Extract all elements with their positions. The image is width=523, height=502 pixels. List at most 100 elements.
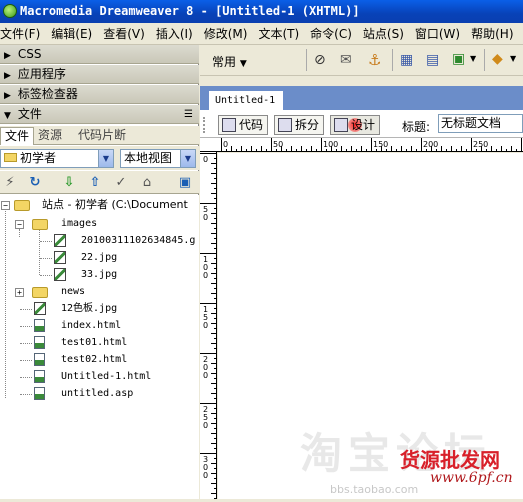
horizontal-ruler: 0 50 100 150 200 250 [200, 138, 523, 152]
check-out-icon[interactable]: ✓ [112, 174, 130, 191]
chevron-down-icon[interactable]: ▼ [180, 150, 195, 167]
code-view-label: 代码 [239, 118, 264, 132]
chevron-down-icon: ▼ [239, 59, 247, 69]
ruler-label: 0 [203, 371, 208, 380]
panel-app-label: 应用程序 [17, 67, 66, 81]
ruler-label: 50 [273, 140, 283, 149]
watermark-url: www.6pf.cn [430, 470, 513, 486]
insert-category[interactable]: 常用 ▼ [212, 53, 247, 70]
image-file-icon [54, 251, 66, 264]
image-file-icon [54, 234, 66, 247]
html-file-icon [34, 353, 45, 366]
collapse-icon[interactable]: − [1, 201, 10, 210]
named-anchor-icon[interactable]: ⚓ [368, 51, 381, 69]
hyperlink-icon[interactable]: ⊘ [314, 52, 326, 68]
menu-text[interactable]: 文本(T) [254, 23, 303, 44]
menu-bar: 文件(F) 编辑(E) 查看(V) 插入(I) 修改(M) 文本(T) 命令(C) 站点(S)… [0, 23, 523, 45]
vertical-ruler: 050100150200250300 [200, 152, 217, 499]
chevron-down-icon[interactable]: ▼ [98, 150, 113, 167]
expand-arrow-icon: ▶ [4, 91, 11, 101]
ruler-label: 0 [223, 140, 228, 149]
get-files-icon[interactable]: ⇩ [60, 174, 78, 191]
panel-application[interactable]: ▶ 应用程序 [0, 65, 199, 84]
window-title: Macromedia Dreamweaver 8 - [Untitled-1 (… [20, 4, 360, 18]
file-label: 12色板.jpg [61, 303, 118, 314]
refresh-icon[interactable]: ↻ [26, 174, 44, 191]
folder-label: news [61, 286, 86, 297]
check-in-icon[interactable]: ⌂ [138, 174, 156, 191]
file-tree: − 站点 - 初学者 (C:\Document − images 2010031… [0, 195, 199, 499]
ruler-label: 0 [203, 155, 208, 164]
panel-files[interactable]: ▼ 文件 ☰ [0, 105, 199, 124]
html-file-icon [34, 336, 45, 349]
menu-insert[interactable]: 插入(I) [152, 23, 197, 44]
split-view-icon [278, 118, 292, 132]
image-icon[interactable]: ▣ [452, 51, 465, 67]
asp-file-icon [34, 387, 45, 400]
ruler-label: 0 [203, 271, 208, 280]
dreamweaver-logo-icon [3, 4, 17, 18]
site-select[interactable]: 初学者 ▼ [0, 149, 114, 168]
menu-view[interactable]: 查看(V) [99, 23, 149, 44]
design-view-label: 设计 [351, 118, 376, 132]
site-folder-icon [14, 200, 30, 211]
design-view-button[interactable]: 设计 [330, 115, 381, 135]
menu-file[interactable]: 文件(F) [0, 23, 44, 44]
menu-modify[interactable]: 修改(M) [200, 23, 252, 44]
file-label: index.html [61, 320, 122, 331]
menu-site[interactable]: 站点(S) [359, 23, 408, 44]
divider [306, 49, 307, 71]
split-view-button[interactable]: 拆分 [274, 115, 325, 135]
ruler-label: 0 [203, 421, 208, 430]
collapse-arrow-icon: ▼ [4, 111, 11, 121]
document-title-input[interactable]: 无标题文档 [438, 114, 523, 133]
panel-options-icon[interactable]: ☰ [184, 105, 193, 124]
panel-css-label: CSS [17, 47, 42, 61]
view-select[interactable]: 本地视图 ▼ [120, 149, 196, 168]
code-view-button[interactable]: 代码 [218, 115, 269, 135]
panel-css[interactable]: ▶ CSS [0, 45, 199, 64]
media-icon[interactable]: ◆ [492, 51, 503, 67]
image-file-icon [34, 302, 46, 315]
div-icon[interactable]: ▤ [426, 52, 439, 68]
tab-snippets[interactable]: 代码片断 [74, 127, 130, 145]
menu-help[interactable]: 帮助(H) [467, 23, 517, 44]
horizontal-ruler-ticks: 0 50 100 150 200 250 [221, 138, 522, 152]
expand-panel-icon[interactable]: ▣ [176, 174, 194, 191]
chevron-down-icon[interactable]: ▼ [510, 54, 516, 63]
watermark-site: bbs.taobao.com [330, 483, 419, 496]
connect-icon[interactable]: ⚡ [1, 174, 19, 191]
panel-files-label: 文件 [17, 107, 42, 121]
divider [484, 49, 485, 71]
site-selector-row: 初学者 ▼ 本地视图 ▼ [0, 146, 199, 170]
expand-arrow-icon: ▶ [4, 71, 11, 81]
ruler-label: 150 [373, 140, 388, 149]
insert-bar: 常用 ▼ ⊘ ✉ ⚓ ▦ ▤ ▣ ▼ ◆ ▼ [200, 45, 523, 76]
title-bar: Macromedia Dreamweaver 8 - [Untitled-1 (… [0, 0, 523, 23]
ruler-label: 100 [323, 140, 338, 149]
toolbar-grip [203, 117, 206, 133]
folder-icon [32, 219, 48, 230]
expand-icon[interactable]: + [15, 288, 24, 297]
chevron-down-icon[interactable]: ▼ [470, 54, 476, 63]
menu-commands[interactable]: 命令(C) [306, 23, 356, 44]
file-label: Untitled-1.html [61, 371, 152, 382]
menu-edit[interactable]: 编辑(E) [47, 23, 96, 44]
file-label: test02.html [61, 354, 128, 365]
vertical-ruler-ticks: 050100150200250300 [200, 153, 217, 499]
view-select-value: 本地视图 [124, 151, 173, 165]
put-files-icon[interactable]: ⇧ [86, 174, 104, 191]
insert-category-label: 常用 [212, 55, 237, 69]
document-tab[interactable]: Untitled-1 [208, 90, 284, 111]
design-view-icon [334, 118, 348, 132]
menu-window[interactable]: 窗口(W) [411, 23, 464, 44]
tab-assets[interactable]: 资源 [34, 127, 66, 145]
collapse-icon[interactable]: − [15, 220, 24, 229]
ruler-label: 0 [203, 471, 208, 480]
tab-files[interactable]: 文件 [0, 127, 35, 145]
panel-tag-inspector[interactable]: ▶ 标签检查器 [0, 85, 199, 104]
table-icon[interactable]: ▦ [400, 52, 413, 68]
folder-icon [32, 287, 48, 298]
panel-tag-label: 标签检查器 [17, 87, 78, 101]
email-link-icon[interactable]: ✉ [340, 52, 352, 68]
